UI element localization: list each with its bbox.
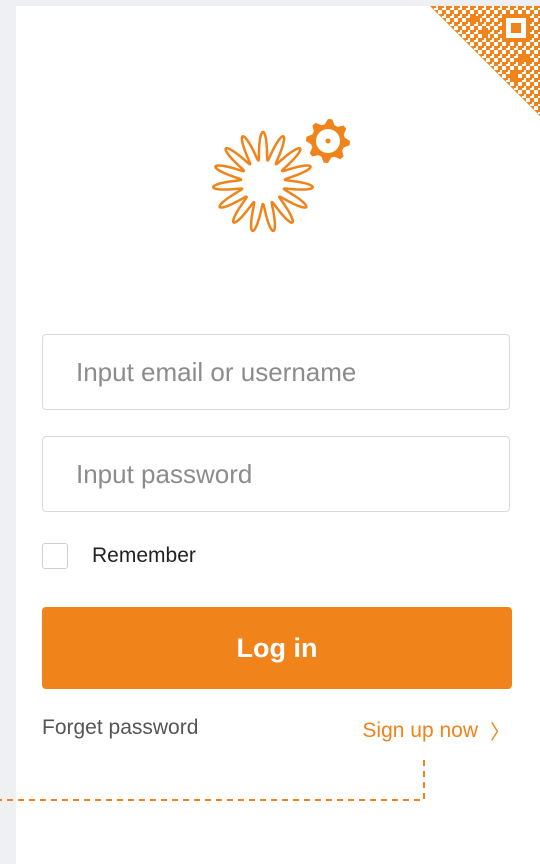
chevron-right-icon: 〉 [490, 722, 510, 744]
remember-label: Remember [92, 544, 196, 567]
username-input[interactable] [42, 334, 510, 410]
gear-sun-logo-icon [212, 119, 350, 233]
signup-link-label: Sign up now [362, 718, 478, 742]
login-button[interactable]: Log in [42, 607, 512, 689]
remember-checkbox[interactable] [42, 543, 68, 569]
password-input[interactable] [42, 436, 510, 512]
remember-checkbox-row[interactable]: Remember [42, 543, 196, 569]
forgot-password-link[interactable]: Forget password [42, 716, 198, 740]
signup-link[interactable]: Sign up now 〉 [362, 716, 510, 745]
login-page: Remember Log in Forget password Sign up … [0, 0, 540, 864]
login-card: Remember Log in Forget password Sign up … [16, 6, 540, 864]
qr-code-corner-icon[interactable] [430, 6, 540, 116]
